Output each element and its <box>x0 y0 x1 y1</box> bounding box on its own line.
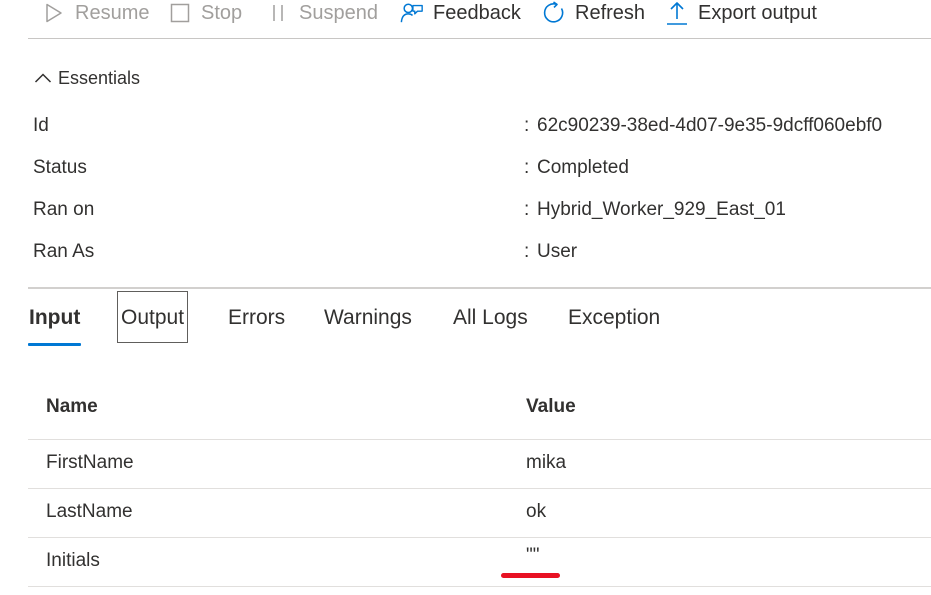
feedback-person-icon <box>400 1 424 25</box>
table-row-name: FirstName <box>46 452 134 473</box>
refresh-label: Refresh <box>575 1 646 24</box>
column-header-name: Name <box>46 396 98 417</box>
upload-icon <box>665 1 689 25</box>
stop-button[interactable]: Stop <box>168 0 242 26</box>
job-details-page: Resume Stop Suspend Feedback Refresh Exp… <box>0 0 931 595</box>
feedback-button[interactable]: Feedback <box>400 0 521 26</box>
active-tab-indicator <box>28 343 81 346</box>
red-underline-annotation <box>501 573 560 578</box>
export-output-button[interactable]: Export output <box>665 0 817 26</box>
chevron-up-icon <box>33 68 53 88</box>
tab-input[interactable]: Input <box>29 306 80 334</box>
refresh-button[interactable]: Refresh <box>542 0 645 26</box>
property-ran-as-label: Ran As <box>33 241 95 262</box>
row-divider <box>28 488 931 489</box>
column-header-value: Value <box>526 396 576 417</box>
stop-icon <box>168 1 192 25</box>
table-row-name: LastName <box>46 501 133 522</box>
property-ran-as: Ran As : User <box>33 241 913 267</box>
table-row-value: "" <box>526 545 540 566</box>
play-icon <box>42 1 66 25</box>
property-separator: : <box>524 241 530 262</box>
row-divider <box>28 586 931 587</box>
feedback-label: Feedback <box>433 1 521 24</box>
essentials-label: Essentials <box>58 67 141 88</box>
property-status-value: Completed <box>537 157 629 178</box>
row-divider <box>28 537 931 538</box>
property-ran-on-label: Ran on <box>33 199 95 220</box>
property-separator: : <box>524 199 530 220</box>
tab-exception[interactable]: Exception <box>568 306 660 334</box>
property-ran-as-value: User <box>537 241 578 262</box>
property-status: Status : Completed <box>33 157 913 183</box>
tab-all-logs[interactable]: All Logs <box>453 306 528 334</box>
property-id-label: Id <box>33 115 49 136</box>
table-row-name: Initials <box>46 550 100 571</box>
property-ran-on: Ran on : Hybrid_Worker_929_East_01 <box>33 199 913 225</box>
refresh-icon <box>542 1 566 25</box>
suspend-button[interactable]: Suspend <box>266 0 378 26</box>
property-separator: : <box>524 157 530 178</box>
tab-output[interactable]: Output <box>121 306 184 334</box>
command-bar: Resume Stop Suspend Feedback Refresh Exp… <box>28 0 931 39</box>
stop-label: Stop <box>201 1 243 24</box>
table-row-value: mika <box>526 452 567 473</box>
table-row-value: ok <box>526 501 547 522</box>
property-ran-on-value: Hybrid_Worker_929_East_01 <box>537 199 786 220</box>
row-divider <box>28 439 931 440</box>
section-divider <box>28 287 931 289</box>
tab-warnings[interactable]: Warnings <box>324 306 412 334</box>
tab-errors[interactable]: Errors <box>228 306 285 334</box>
property-id-value: 62c90239-38ed-4d07-9e35-9dcff060ebf0 <box>537 115 883 136</box>
export-output-label: Export output <box>698 1 817 24</box>
property-status-label: Status <box>33 157 87 178</box>
resume-button[interactable]: Resume <box>42 0 149 26</box>
pause-icon <box>266 1 290 25</box>
resume-label: Resume <box>75 1 150 24</box>
property-id: Id : 62c90239-38ed-4d07-9e35-9dcff060ebf… <box>33 115 913 141</box>
property-separator: : <box>524 115 530 136</box>
suspend-label: Suspend <box>299 1 378 24</box>
essentials-toggle[interactable]: Essentials <box>33 66 140 90</box>
